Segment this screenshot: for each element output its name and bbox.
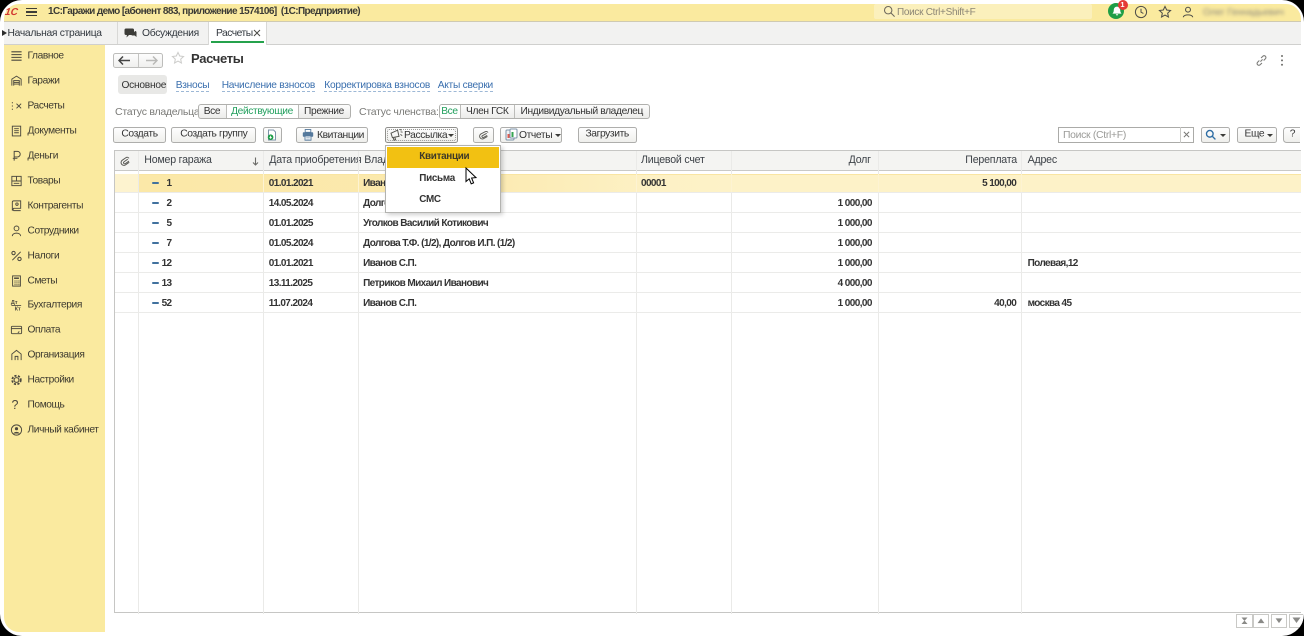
svg-text:Кт: Кт xyxy=(15,307,21,312)
